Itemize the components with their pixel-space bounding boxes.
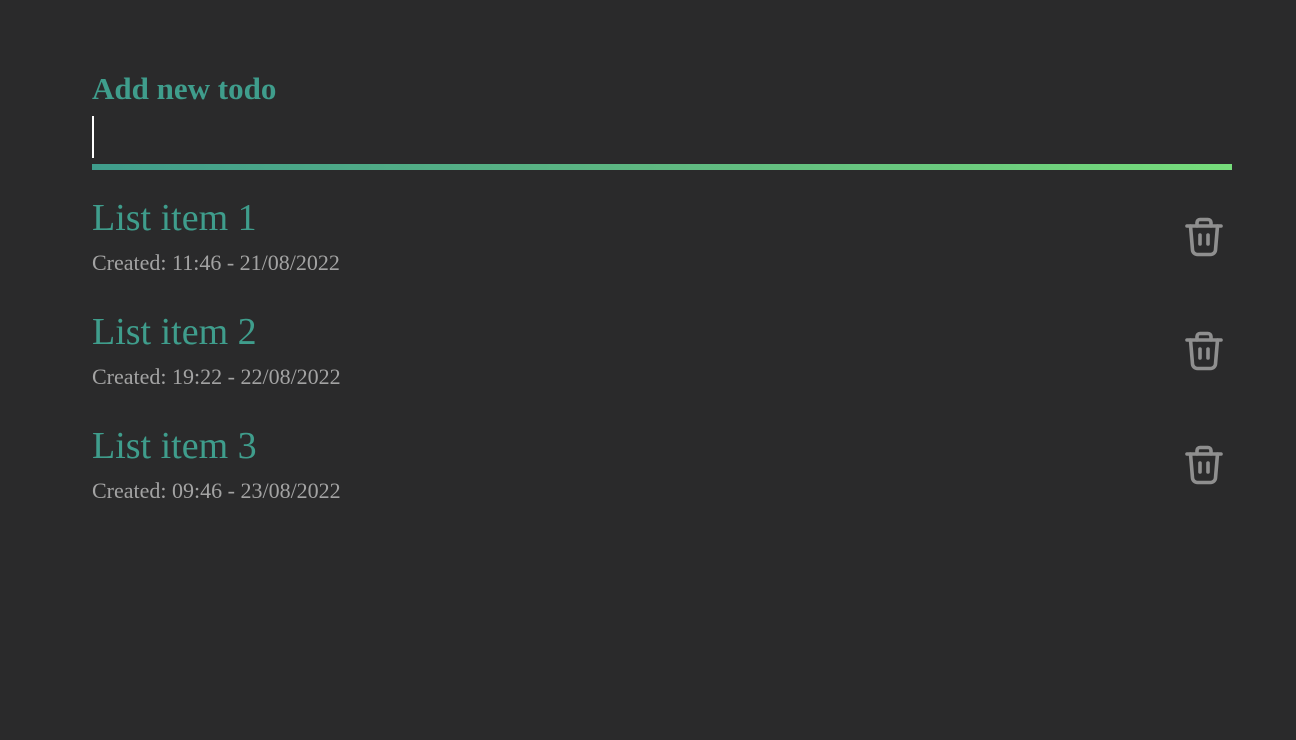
trash-icon bbox=[1185, 331, 1223, 371]
todo-title: List item 2 bbox=[92, 311, 257, 353]
todo-list: List item 1 Created: 11:46 - 21/08/2022 … bbox=[92, 195, 1232, 539]
todo-item: List item 1 Created: 11:46 - 21/08/2022 bbox=[92, 195, 1232, 311]
todo-app: Add new todo List item 1 Created: 11:46 … bbox=[92, 70, 1232, 539]
delete-todo-button[interactable] bbox=[1180, 441, 1228, 489]
delete-todo-button[interactable] bbox=[1180, 327, 1228, 375]
trash-icon bbox=[1185, 445, 1223, 485]
todo-item: List item 2 Created: 19:22 - 22/08/2022 bbox=[92, 309, 1232, 425]
todo-title: List item 3 bbox=[92, 425, 257, 467]
text-cursor bbox=[92, 116, 94, 158]
todo-title: List item 1 bbox=[92, 197, 257, 239]
input-underline-gradient bbox=[92, 164, 1232, 170]
todo-created-timestamp: Created: 09:46 - 23/08/2022 bbox=[92, 478, 341, 503]
todo-created-timestamp: Created: 11:46 - 21/08/2022 bbox=[92, 250, 340, 275]
todo-item: List item 3 Created: 09:46 - 23/08/2022 bbox=[92, 423, 1232, 539]
trash-icon bbox=[1185, 217, 1223, 257]
new-todo-label: Add new todo bbox=[92, 71, 277, 106]
new-todo-form: Add new todo bbox=[92, 70, 1232, 170]
new-todo-input[interactable] bbox=[92, 114, 1232, 154]
todo-created-timestamp: Created: 19:22 - 22/08/2022 bbox=[92, 364, 341, 389]
delete-todo-button[interactable] bbox=[1180, 213, 1228, 261]
new-todo-input-wrapper bbox=[92, 108, 1232, 164]
